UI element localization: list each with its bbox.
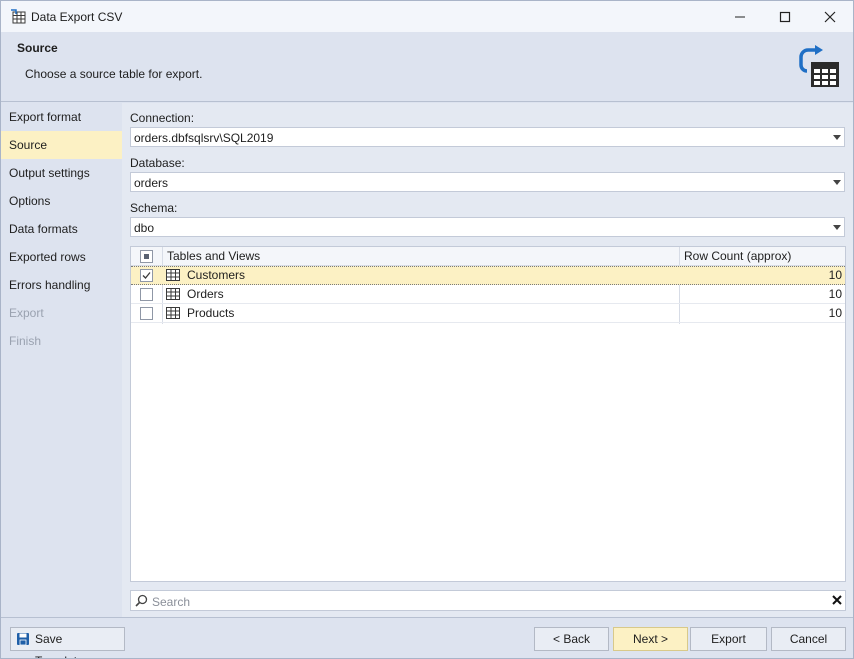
table-name: Products xyxy=(187,306,235,320)
sidebar-item-output-settings[interactable]: Output settings xyxy=(1,159,122,187)
back-button[interactable]: < Back xyxy=(534,627,609,651)
save-template-button[interactable]: Save Template... xyxy=(10,627,125,658)
table-row[interactable]: Customers 10 xyxy=(131,266,845,285)
sidebar-item-source[interactable]: Source xyxy=(1,131,122,159)
connection-label: Connection: xyxy=(130,111,195,125)
close-button[interactable] xyxy=(807,1,853,32)
schema-value: dbo xyxy=(134,221,155,235)
table-icon xyxy=(166,269,180,281)
export-label: Export xyxy=(711,632,746,646)
sidebar-item-export: Export xyxy=(9,306,44,320)
row-checkbox[interactable] xyxy=(140,269,153,282)
page-title: Source xyxy=(17,41,58,55)
save-disk-icon xyxy=(17,633,29,645)
tables-grid: Tables and Views Row Count (approx) Cust… xyxy=(130,246,846,582)
search-input[interactable]: Search xyxy=(130,590,846,611)
window-title: Data Export CSV xyxy=(31,10,123,24)
table-row[interactable]: Orders 10 xyxy=(131,285,845,304)
sidebar-item-exported-rows[interactable]: Exported rows xyxy=(1,243,122,271)
schema-combobox[interactable]: dbo xyxy=(130,217,845,237)
schema-label: Schema: xyxy=(130,201,178,215)
sidebar-item-options[interactable]: Options xyxy=(1,187,122,215)
connection-value: orders.dbfsqlsrv\SQL2019 xyxy=(134,131,274,145)
check-icon xyxy=(142,272,151,279)
database-combobox[interactable]: orders xyxy=(130,172,845,192)
export-button[interactable]: Export xyxy=(690,627,767,651)
column-header-row-count[interactable]: Row Count (approx) xyxy=(684,247,791,266)
sidebar-item-errors-handling[interactable]: Errors handling xyxy=(1,271,122,299)
column-header-tables[interactable]: Tables and Views xyxy=(167,247,260,266)
sidebar-item-export-format[interactable]: Export format xyxy=(1,103,122,131)
title-bar: Data Export CSV xyxy=(1,1,853,32)
table-name: Orders xyxy=(187,287,224,301)
sidebar-item-data-formats[interactable]: Data formats xyxy=(1,215,122,243)
row-checkbox[interactable] xyxy=(140,307,153,320)
page-description: Choose a source table for export. xyxy=(25,67,203,81)
close-icon xyxy=(824,11,836,22)
search-icon xyxy=(135,594,148,607)
minimize-icon xyxy=(735,16,745,17)
database-label: Database: xyxy=(130,156,185,170)
chevron-down-icon xyxy=(833,180,841,185)
table-icon xyxy=(166,288,180,300)
maximize-icon xyxy=(779,11,791,22)
chevron-down-icon xyxy=(833,225,841,230)
row-checkbox[interactable] xyxy=(140,288,153,301)
save-template-label: Save Template... xyxy=(35,632,94,658)
csv-table-app-icon xyxy=(11,9,26,24)
wizard-footer: Save Template... < Back Next > Export Ca… xyxy=(1,617,853,658)
table-name: Customers xyxy=(187,268,246,282)
export-wizard-window: Data Export CSV Source Choose a source t… xyxy=(0,0,854,659)
sidebar-item-finish: Finish xyxy=(9,334,42,348)
source-panel: Connection: orders.dbfsqlsrv\SQL2019 Dat… xyxy=(122,103,853,617)
select-all-checkbox[interactable] xyxy=(140,250,153,263)
minimize-button[interactable] xyxy=(717,1,763,32)
clear-search-icon[interactable] xyxy=(831,594,843,606)
next-button[interactable]: Next > xyxy=(613,627,688,651)
row-count: 10 xyxy=(828,268,842,282)
cancel-button[interactable]: Cancel xyxy=(771,627,846,651)
row-count: 10 xyxy=(828,306,842,320)
table-icon xyxy=(166,307,180,319)
row-count: 10 xyxy=(828,287,842,301)
chevron-down-icon xyxy=(833,135,841,140)
table-row[interactable]: Products 10 xyxy=(131,304,845,323)
cancel-label: Cancel xyxy=(789,632,828,646)
grid-header: Tables and Views Row Count (approx) xyxy=(131,247,845,266)
wizard-steps-sidebar: Export format Source Output settings Opt… xyxy=(1,103,122,617)
maximize-button[interactable] xyxy=(762,1,808,32)
search-placeholder: Search xyxy=(152,595,191,609)
back-label: < Back xyxy=(552,632,591,646)
connection-combobox[interactable]: orders.dbfsqlsrv\SQL2019 xyxy=(130,127,845,147)
database-value: orders xyxy=(134,176,169,190)
next-label: Next > xyxy=(632,632,668,646)
export-table-icon xyxy=(799,45,839,87)
wizard-header: Source Choose a source table for export. xyxy=(1,32,853,102)
